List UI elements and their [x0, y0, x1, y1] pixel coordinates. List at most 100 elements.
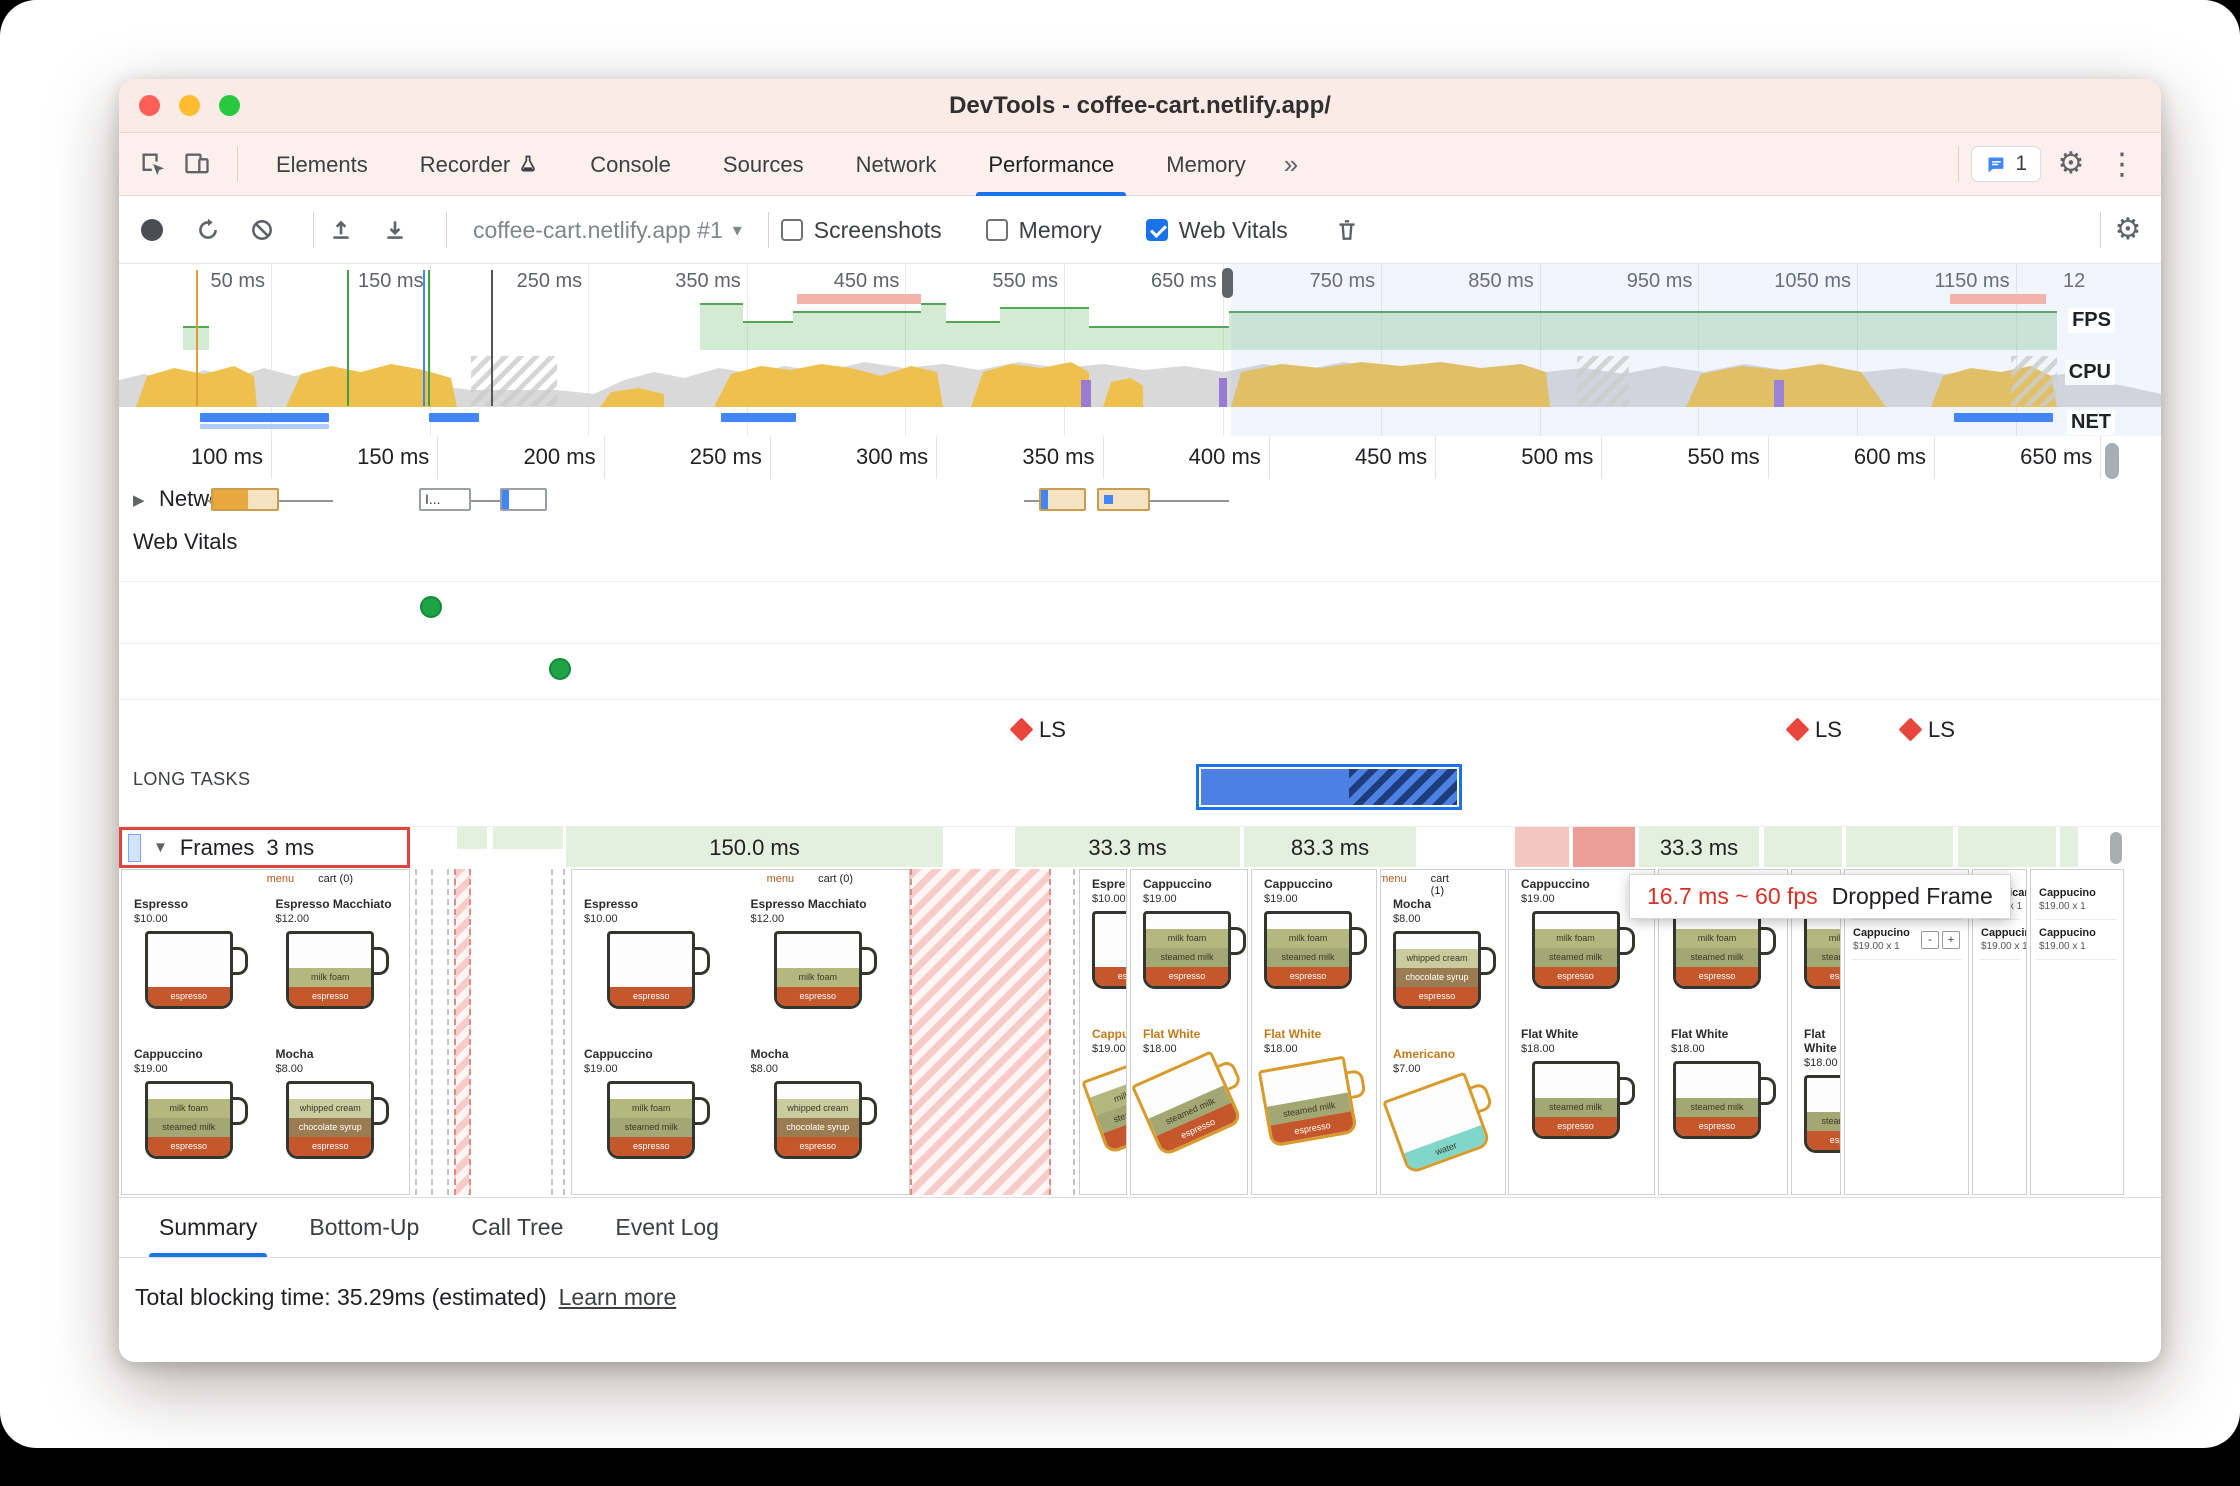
frame-duration-cell[interactable]	[1764, 827, 1842, 868]
tab-sources[interactable]: Sources	[697, 133, 830, 196]
frame-duration-cell[interactable]	[1515, 827, 1569, 868]
load-profile-icon[interactable]	[326, 215, 356, 245]
long-tasks-track-label[interactable]: LONG TASKS	[133, 769, 250, 790]
product-price: $10.00	[1092, 892, 1126, 905]
tab-network[interactable]: Network	[830, 133, 963, 196]
layout-shift-label: LS	[1928, 717, 1955, 742]
fps-chart-segment	[700, 303, 743, 350]
coffee-cup: steamed milkespresso	[1804, 1074, 1840, 1157]
tab-console[interactable]: Console	[564, 133, 697, 196]
cup-layer: whipped cream	[289, 1098, 372, 1118]
cup-handle	[692, 946, 711, 975]
tab-bottom-up[interactable]: Bottom-Up	[283, 1198, 445, 1257]
timeline-overview-pane[interactable]: 50 ms 150 ms 250 ms 350 ms 450 ms 550 ms 650 m…	[119, 264, 2161, 437]
ruler-gridline	[1102, 436, 1104, 479]
vertical-scrollbar-thumb[interactable]	[2110, 832, 2122, 864]
frame-duration-cell[interactable]	[1846, 827, 1953, 868]
network-request-bar[interactable]	[1097, 488, 1150, 511]
console-messages-badge[interactable]: 1	[1971, 146, 2041, 182]
tab-elements[interactable]: Elements	[250, 133, 394, 196]
tab-call-tree[interactable]: Call Tree	[445, 1198, 589, 1257]
tab-event-log[interactable]: Event Log	[589, 1198, 745, 1257]
network-request-bar[interactable]	[211, 488, 279, 511]
frames-track-label[interactable]: Frames	[180, 835, 255, 861]
frames-collapse-icon[interactable]: ▼	[153, 839, 168, 856]
divider	[1958, 146, 1960, 182]
overview-tick-label: 350 ms	[675, 270, 741, 292]
filmstrip-frame[interactable]: menu cart (0) Espresso $10.00 espresso Espres…	[121, 869, 410, 1195]
frame-duration-cell[interactable]: 150.0 ms	[566, 827, 943, 868]
tab-summary[interactable]: Summary	[133, 1198, 283, 1257]
cup-layer: water	[1404, 1124, 1488, 1171]
coffee-cup: steamed milkespresso	[1673, 1060, 1779, 1143]
device-toolbar-icon[interactable]	[181, 148, 213, 180]
dropped-frames-strip	[1950, 294, 2046, 304]
clear-recording-icon[interactable]	[247, 215, 277, 245]
inspect-element-icon[interactable]	[137, 148, 169, 180]
learn-more-link[interactable]: Learn more	[559, 1284, 677, 1310]
filmstrip-frame[interactable]: Cappuccino$19.00milk foamsteamed milkesp…	[1251, 869, 1377, 1195]
filmstrip-frame[interactable]: menu cart (1) Mocha $8.00 whipped cream choco…	[1380, 869, 1506, 1195]
frame-duration-cell[interactable]: 33.3 ms	[1015, 827, 1240, 868]
product-title: Flat White	[1264, 1027, 1322, 1041]
frame-duration-cell[interactable]	[1958, 827, 2056, 868]
product-price: $19.00	[1143, 892, 1177, 905]
fps-lane-label: FPS	[2068, 308, 2115, 333]
web-vitals-checkbox[interactable]: Web Vitals	[1145, 217, 1288, 244]
ruler-tick-label: 100 ms	[190, 444, 263, 469]
tab-recorder[interactable]: Recorder	[394, 133, 564, 196]
product-price: $19.00	[584, 1062, 618, 1075]
web-vitals-track-label[interactable]: Web Vitals	[133, 529, 237, 555]
layout-shift-marker[interactable]	[1898, 717, 1923, 742]
record-button[interactable]	[141, 219, 163, 241]
frame-duration-cell[interactable]	[457, 827, 487, 849]
ruler-gridline	[936, 436, 938, 479]
frame-duration-cell[interactable]	[1573, 827, 1635, 868]
cup-handle	[1349, 926, 1367, 955]
trash-icon[interactable]	[1332, 215, 1362, 245]
frame-duration-cell[interactable]	[2060, 827, 2078, 868]
screenshots-checkbox[interactable]: Screenshots	[780, 217, 942, 244]
coffee-cup: milk foamsteamed milkespresso	[1804, 910, 1840, 993]
layout-shift-marker[interactable]	[1785, 717, 1810, 742]
web-vitals-good-marker[interactable]	[420, 596, 442, 618]
memory-checkbox[interactable]: Memory	[985, 217, 1102, 244]
tab-memory[interactable]: Memory	[1140, 133, 1271, 196]
network-expand-icon[interactable]: ▶	[133, 491, 145, 509]
more-tabs-chevron[interactable]: »	[1272, 149, 1310, 180]
web-vitals-good-marker[interactable]	[549, 658, 571, 680]
cup-layer: espresso	[1267, 966, 1349, 986]
reload-and-record-icon[interactable]	[193, 215, 223, 245]
vertical-scrollbar-thumb[interactable]	[2105, 443, 2119, 479]
timeline-ruler[interactable]: 100 ms 150 ms 200 ms 250 ms 300 ms 350 ms 400 …	[119, 436, 2161, 480]
network-request-bar[interactable]	[500, 488, 547, 511]
kebab-menu-icon[interactable]: ⋮	[2099, 147, 2145, 182]
dropped-frame-label: Dropped Frame	[1831, 883, 1993, 909]
network-activity-bar	[429, 413, 479, 422]
filmstrip-frame[interactable]: Cappuccino$19.00milk foamsteamed milkesp…	[1130, 869, 1248, 1195]
save-profile-icon[interactable]	[380, 215, 410, 245]
tab-label: Summary	[159, 1214, 258, 1240]
tab-label: Memory	[1166, 151, 1246, 177]
network-request-bar[interactable]	[1039, 488, 1086, 511]
layout-shift-marker[interactable]	[1009, 717, 1034, 742]
frame-duration-cell[interactable]: 33.3 ms	[1639, 827, 1759, 868]
product-title: Flat White	[1143, 1027, 1201, 1041]
filmstrip-frame[interactable]: Cappucino $19.00 x 1 Cappucino $19.00 x 1	[2030, 869, 2124, 1195]
cup-layer: espresso	[776, 986, 859, 1006]
coffee-cup: milk foamsteamed milkespresso	[1081, 1045, 1126, 1158]
history-select[interactable]: coffee-cart.netlify.app #1 ▾	[473, 217, 742, 244]
cup-layer: espresso	[147, 986, 230, 1006]
network-request-bar[interactable]: I...	[419, 488, 471, 511]
frame-duration-cell[interactable]	[493, 827, 563, 849]
frame-duration-cell[interactable]: 83.3 ms	[1244, 827, 1416, 868]
tab-performance[interactable]: Performance	[962, 133, 1140, 196]
capture-settings-gear-icon[interactable]: ⚙	[2113, 215, 2143, 245]
long-task-bar[interactable]	[1196, 764, 1462, 810]
cup-layer: espresso	[289, 1136, 372, 1156]
overview-range-handle[interactable]	[1222, 268, 1233, 298]
web-vitals-track: Web Vitals LS LS LS	[119, 521, 2161, 758]
filmstrip-frame[interactable]: menu cart (0) Espresso $10.00 espresso Espres…	[571, 869, 910, 1195]
filmstrip-frame[interactable]: Espresso$10.00 espresso Cappucino$19.00mil…	[1079, 869, 1127, 1195]
settings-gear-icon[interactable]: ⚙	[2055, 148, 2087, 180]
